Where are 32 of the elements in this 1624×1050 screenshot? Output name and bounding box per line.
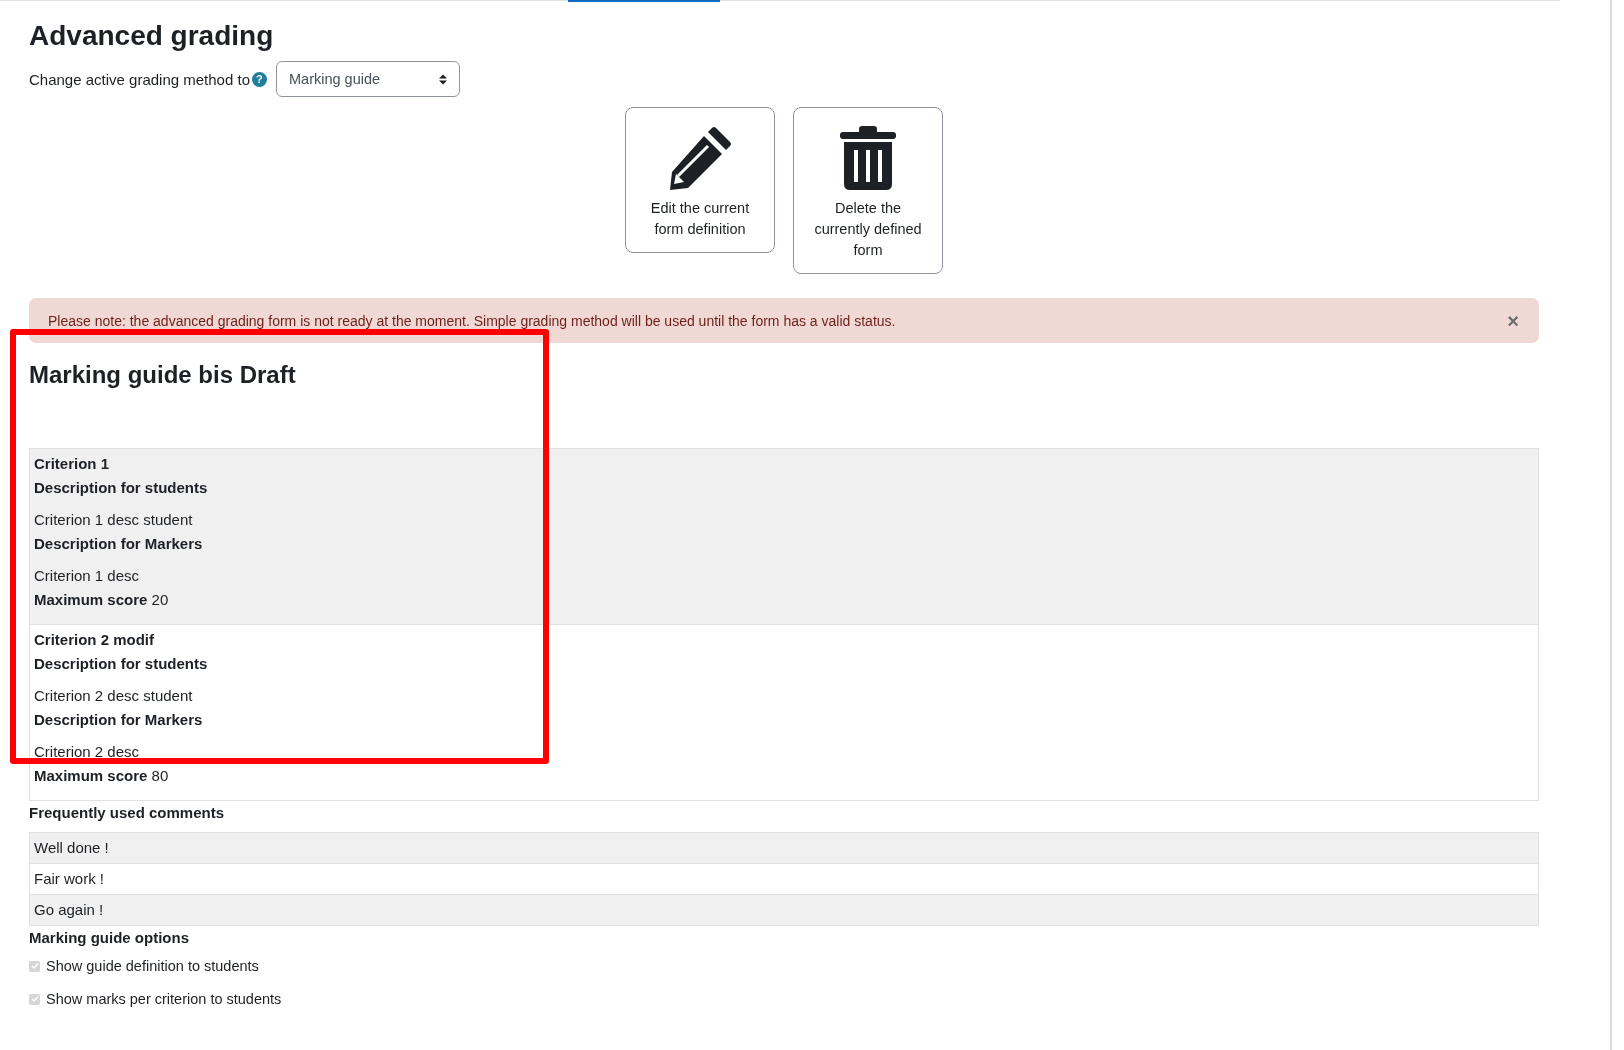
score-label: Maximum score <box>34 767 148 784</box>
pencil-icon <box>668 126 732 190</box>
description-text: Criterion 2 desc <box>34 742 141 762</box>
option-label: Show marks per criterion to students <box>46 991 282 1007</box>
guide-title: Marking guide bis Draft <box>29 360 297 390</box>
description-label: Description for Markers <box>34 534 204 554</box>
option-label: Show guide definition to students <box>46 958 259 974</box>
help-icon[interactable]: ? <box>252 71 267 87</box>
comments-heading: Frequently used comments <box>29 803 226 823</box>
comment-row: Well done ! <box>30 833 1538 863</box>
sort-caret-icon <box>439 73 447 85</box>
criterion-name: Criterion 2 modif <box>34 630 155 650</box>
method-label: Change active grading method to <box>29 70 250 88</box>
criterion-name: Criterion 1 <box>34 454 110 474</box>
trash-icon <box>840 126 896 190</box>
score-label: Maximum score <box>34 591 148 608</box>
description-label: Description for students <box>34 478 209 498</box>
options-heading: Marking guide options <box>29 928 190 948</box>
page-title: Advanced grading <box>29 19 275 53</box>
alert-message: Please note: the advanced grading form is not ready at the moment. Simple grading method will be used until the form has a valid status. <box>48 312 896 329</box>
description-text: Criterion 2 desc student <box>34 686 194 706</box>
score-value: 80 <box>151 767 169 784</box>
edit-form-button[interactable]: Edit the current form definition <box>625 107 775 253</box>
description-text: Criterion 1 desc <box>34 566 141 586</box>
method-select[interactable]: Marking guide <box>276 61 460 97</box>
close-button[interactable]: × <box>1507 310 1519 331</box>
description-text: Criterion 1 desc student <box>34 510 194 530</box>
delete-form-button[interactable]: Delete the currently defined form <box>793 107 943 274</box>
comment-row: Go again ! <box>30 894 1538 925</box>
description-label: Description for Markers <box>34 710 204 730</box>
score-value: 20 <box>151 591 169 608</box>
description-label: Description for students <box>34 654 209 674</box>
